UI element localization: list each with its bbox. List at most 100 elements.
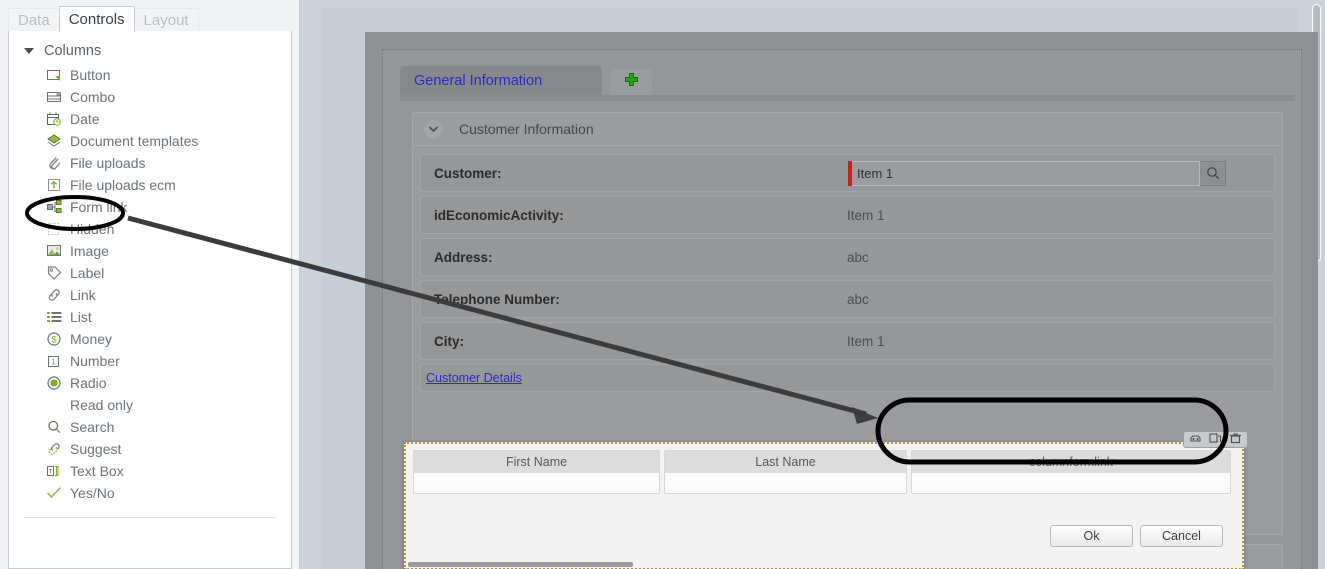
controls-palette: Columns Button Combo Date Document templ… — [8, 31, 292, 569]
form-tab-label: General Information — [414, 72, 543, 89]
control-label: Search — [70, 419, 115, 435]
control-item-radio[interactable]: Radio — [9, 372, 291, 394]
money-dollar-icon: $ — [46, 331, 62, 347]
field-value-wrap — [841, 160, 1274, 186]
control-label: Button — [70, 67, 111, 83]
control-item-hidden[interactable]: Hidden — [9, 218, 291, 240]
suggest-link-icon — [46, 441, 62, 457]
tag-icon — [46, 265, 62, 281]
svg-text:$: $ — [51, 335, 56, 345]
section-header[interactable]: Customer Information — [413, 113, 1282, 146]
svg-text:1: 1 — [51, 357, 56, 366]
form-canvas: General Information Customer Information… — [365, 32, 1318, 569]
tab-layout[interactable]: Layout — [133, 8, 199, 32]
tab-controls[interactable]: Controls — [58, 6, 135, 32]
control-item-money[interactable]: $ Money — [9, 328, 291, 350]
control-label: Form link — [70, 199, 128, 215]
form-body: Customer Information Customer: Item 1 id… — [400, 101, 1295, 569]
customer-search-button[interactable] — [1200, 160, 1226, 186]
field-value: Item 1 — [847, 333, 885, 349]
field-label: idEconomicActivity: — [434, 207, 564, 223]
number-icon: 1 — [46, 353, 62, 369]
palette-divider — [24, 517, 276, 518]
cancel-button[interactable]: Cancel — [1140, 525, 1223, 547]
customer-search-input[interactable] — [852, 160, 1200, 186]
image-icon — [46, 243, 62, 259]
control-item-search[interactable]: Search — [9, 416, 291, 438]
control-item-number[interactable]: 1 Number — [9, 350, 291, 372]
grid-column-title: columnformlink — [912, 451, 1230, 473]
control-label: Combo — [70, 89, 116, 105]
control-item-combo[interactable]: Combo — [9, 86, 291, 108]
control-label: List — [70, 309, 92, 325]
control-label: Label — [70, 265, 105, 281]
tab-data[interactable]: Data — [8, 8, 60, 32]
control-item-file-uploads[interactable]: File uploads — [9, 152, 291, 174]
control-item-link[interactable]: Link — [9, 284, 291, 306]
tab-controls-label: Controls — [68, 11, 125, 28]
tab-layout-label: Layout — [143, 12, 189, 29]
link-chain-icon — [46, 287, 62, 303]
form-canvas-inner: General Information Customer Information… — [382, 49, 1302, 569]
control-label: Read only — [70, 397, 134, 413]
check-icon — [46, 485, 62, 501]
grid-columns: First Name Last Name columnformlink — [413, 450, 1235, 494]
field-row-customer-details: Customer Details — [420, 364, 1275, 392]
chevron-down-icon — [24, 48, 34, 54]
grid-horizontal-scrollbar[interactable] — [408, 562, 633, 567]
group-columns-label: Columns — [44, 43, 102, 59]
form-link-grid-dialog: First Name Last Name columnformlink Ok C… — [404, 431, 1248, 569]
form-tab-general-information[interactable]: General Information — [400, 66, 602, 95]
delete-icon[interactable] — [1229, 431, 1242, 449]
group-columns[interactable]: Columns — [9, 40, 291, 62]
field-value: Item 1 — [847, 207, 885, 223]
settings-gear-icon[interactable] — [1189, 431, 1202, 449]
date-icon — [46, 111, 62, 127]
grid-column-last-name[interactable]: Last Name — [664, 450, 907, 494]
add-form-tab-button[interactable] — [610, 69, 652, 95]
field-row-customer: Customer: — [420, 154, 1275, 192]
tab-data-label: Data — [18, 12, 50, 29]
customer-details-link[interactable]: Customer Details — [426, 371, 522, 385]
control-item-document-templates[interactable]: Document templates — [9, 130, 291, 152]
field-value: abc — [847, 249, 869, 265]
field-label: Telephone Number: — [434, 291, 560, 307]
control-item-list[interactable]: List — [9, 306, 291, 328]
hidden-icon — [46, 221, 62, 237]
control-item-image[interactable]: Image — [9, 240, 291, 262]
control-item-file-uploads-ecm[interactable]: File uploads ecm — [9, 174, 291, 196]
screen-root: Data Controls Layout Columns Button Comb… — [0, 0, 1325, 569]
customer-search-control — [848, 160, 1226, 186]
text-box-icon: T — [46, 463, 62, 479]
control-item-yes-no[interactable]: Yes/No — [9, 482, 291, 504]
control-item-text-box[interactable]: T Text Box — [9, 460, 291, 482]
grid-column-columnformlink[interactable]: columnformlink — [911, 450, 1231, 494]
plus-icon — [624, 72, 639, 92]
ok-button[interactable]: Ok — [1050, 525, 1133, 547]
field-row-ideconomicactivity: idEconomicActivity: Item 1 — [420, 196, 1275, 234]
grid-dialog-actions: Ok Cancel — [1050, 525, 1223, 547]
copy-icon[interactable] — [1209, 431, 1222, 449]
grid-column-first-name[interactable]: First Name — [413, 450, 660, 494]
magnifier-icon — [46, 419, 62, 435]
document-templates-icon — [46, 133, 62, 149]
designer-outer-frame: General Information Customer Information… — [321, 8, 1318, 569]
control-item-label[interactable]: Label — [9, 262, 291, 284]
none-icon — [46, 397, 62, 413]
radio-icon — [46, 375, 62, 391]
field-row-city: City: Item 1 — [420, 322, 1275, 360]
control-label: Radio — [70, 375, 107, 391]
grid-column-title: First Name — [414, 451, 659, 473]
field-value: abc — [847, 291, 869, 307]
control-item-suggest[interactable]: Suggest — [9, 438, 291, 460]
controls-panel: Data Controls Layout Columns Button Comb… — [0, 0, 300, 569]
control-item-button[interactable]: Button — [9, 64, 291, 86]
chevron-down-icon[interactable] — [424, 119, 443, 139]
control-label: Image — [70, 243, 109, 259]
controls-list: Button Combo Date Document templates Fil… — [9, 64, 291, 504]
control-item-date[interactable]: Date — [9, 108, 291, 130]
button-icon — [46, 67, 62, 83]
control-label: File uploads ecm — [70, 177, 176, 193]
control-item-form-link[interactable]: Form link — [9, 196, 291, 218]
control-item-read-only[interactable]: Read only — [9, 394, 291, 416]
